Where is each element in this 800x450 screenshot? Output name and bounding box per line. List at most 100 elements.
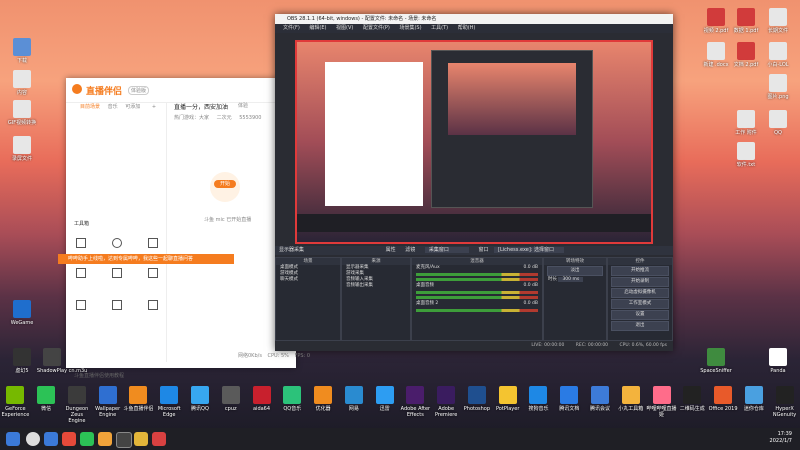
desktop-icon[interactable]: GIF视频转换	[0, 100, 44, 126]
desktop-shortcut[interactable]: Microsoft Edge	[154, 386, 185, 418]
menu-help[interactable]: 帮助(H)	[458, 25, 476, 31]
desktop-shortcut[interactable]: Adobe After Effects	[400, 386, 431, 418]
start-button[interactable]: 开始	[214, 180, 236, 188]
tab-scene[interactable]: 目前场景	[80, 104, 100, 110]
tool-icon[interactable]	[112, 300, 122, 310]
tool-icon[interactable]	[148, 238, 158, 248]
window-select[interactable]: [Lichess.exe]: 选择窗口	[494, 247, 565, 253]
wechat-icon[interactable]	[80, 432, 94, 446]
desktop-shortcut[interactable]: 迅雷	[369, 386, 400, 412]
desktop-shortcut[interactable]: GeForce Experience	[0, 386, 31, 418]
desktop-shortcut[interactable]: 微信	[31, 386, 62, 412]
duration-input[interactable]: 300 ms	[558, 277, 584, 282]
tab-music[interactable]: 音乐	[108, 104, 118, 110]
app-icon	[775, 386, 794, 404]
desktop-shortcut[interactable]: HyperX NGenuity	[769, 386, 800, 418]
desktop-icon[interactable]: 内容	[0, 70, 44, 96]
desktop-shortcut[interactable]: 网易	[338, 386, 369, 412]
desktop-shortcut[interactable]: Adobe Premiere	[431, 386, 462, 418]
desktop-icon[interactable]: WeGame	[0, 300, 44, 326]
toolbox-label: 工具箱	[74, 221, 90, 227]
folder-icon	[13, 38, 31, 56]
desktop-icon[interactable]: 软件.txt	[724, 142, 768, 168]
tab-plus[interactable]: +	[152, 104, 156, 110]
live-time: LIVE: 00:00:00	[531, 343, 565, 348]
desktop-shortcut[interactable]: 腾讯文档	[554, 386, 585, 412]
desktop-icon[interactable]: 图片.png	[756, 74, 800, 100]
desktop-shortcut[interactable]: QQ音乐	[277, 386, 308, 412]
obs-icon[interactable]	[116, 432, 132, 448]
tool-icon[interactable]	[76, 238, 86, 248]
desktop-shortcut[interactable]: 迷你仓库	[738, 386, 769, 412]
tab-add[interactable]: 可添加	[125, 104, 140, 110]
desktop-shortcut[interactable]: Office 2019	[708, 386, 739, 412]
scene-item[interactable]: 聊天模式	[276, 277, 340, 283]
menu-view[interactable]: 视图(V)	[336, 25, 353, 31]
app-icon	[621, 386, 640, 404]
desktop-icon[interactable]: Panda	[756, 348, 800, 374]
desktop-icon[interactable]: QQ	[756, 110, 800, 136]
desktop-shortcut[interactable]: PotPlayer	[492, 386, 523, 412]
tool-icon[interactable]	[76, 268, 86, 278]
menu-tools[interactable]: 工具(T)	[431, 25, 448, 31]
attrs-button[interactable]: 属性	[386, 247, 396, 253]
menu-edit[interactable]: 编辑(E)	[309, 25, 326, 31]
exit-button[interactable]: 退出	[611, 321, 669, 331]
obs-preview[interactable]	[295, 40, 653, 244]
desktop-shortcut[interactable]: 优化器	[308, 386, 339, 412]
start-recording-button[interactable]: 开始录制	[611, 277, 669, 287]
menu-file[interactable]: 文件(F)	[283, 25, 300, 31]
capture-mode-select[interactable]: 采集窗口	[424, 247, 469, 253]
desktop-shortcut[interactable]: 腾讯QQ	[185, 386, 216, 412]
desktop-shortcut[interactable]: cpuz	[215, 386, 246, 412]
desktop-icon[interactable]: SpaceSniffer	[694, 348, 738, 374]
tool-icon[interactable]	[76, 300, 86, 310]
tool-icon[interactable]	[148, 300, 158, 310]
qq-icon[interactable]	[98, 432, 112, 446]
app-icon	[375, 386, 394, 404]
desktop-icon[interactable]: 录屏文件	[0, 136, 44, 162]
desktop-shortcut[interactable]: 二维码生成	[677, 386, 708, 412]
desktop-shortcut[interactable]: 哔哩哔哩直播姬	[646, 386, 677, 418]
filters-button[interactable]: 滤镜	[405, 247, 415, 253]
tool-icon[interactable]	[148, 268, 158, 278]
desktop-shortcut[interactable]: 腾讯会议	[585, 386, 616, 412]
app-icon	[37, 386, 56, 404]
tutorial-link[interactable]: 斗鱼直播伴侣使用教程	[74, 372, 124, 379]
tool-icon[interactable]	[112, 268, 122, 278]
volume-slider[interactable]	[416, 296, 538, 299]
transition-select[interactable]: 淡出	[547, 266, 603, 276]
desktop-shortcut[interactable]: Wallpaper Engine	[92, 386, 123, 418]
desktop-shortcut[interactable]: Photoshop	[462, 386, 493, 412]
desktop-icon[interactable]: 长期文件	[756, 8, 800, 34]
taskbar: 17:39 2022/1/7	[0, 428, 800, 450]
file-explorer-icon[interactable]	[134, 432, 148, 446]
desktop-shortcut[interactable]: 小丸工具箱	[615, 386, 646, 412]
pdf-icon	[737, 8, 755, 26]
desktop-shortcut[interactable]: 搜狗音乐	[523, 386, 554, 412]
desktop-icon[interactable]: 下载	[0, 38, 44, 64]
desktop-shortcut[interactable]: 斗鱼直播伴侣	[123, 386, 154, 412]
tool-icon[interactable]	[112, 238, 122, 248]
studio-mode-button[interactable]: 工作室模式	[611, 299, 669, 309]
volume-slider[interactable]	[416, 278, 538, 281]
desktop-shortcut[interactable]: Dungeon Zeus Engine	[62, 386, 93, 424]
source-item[interactable]: 音频输出采集	[342, 283, 410, 289]
app-icon	[467, 386, 486, 404]
game-icon[interactable]	[152, 432, 166, 446]
preview-taskbar	[297, 214, 651, 232]
start-streaming-button[interactable]: 开始推流	[611, 266, 669, 276]
edge-icon[interactable]	[44, 432, 58, 446]
menu-scenes[interactable]: 场景集(S)	[399, 25, 421, 31]
settings-button[interactable]: 设置	[611, 310, 669, 320]
chrome-icon[interactable]	[26, 432, 40, 446]
stream-title[interactable]: 直播一分，西安加油	[174, 102, 228, 111]
clock[interactable]: 17:39 2022/1/7	[770, 431, 792, 445]
desktop-icon[interactable]: 小白-LOL	[756, 42, 800, 68]
windows-start-icon[interactable]	[6, 432, 20, 446]
app-icon	[252, 386, 271, 404]
menu-profile[interactable]: 配置文件(P)	[363, 25, 390, 31]
app-icon[interactable]	[62, 432, 76, 446]
virtual-camera-button[interactable]: 启动虚拟摄像机	[611, 288, 669, 298]
desktop-shortcut[interactable]: aida64	[246, 386, 277, 412]
